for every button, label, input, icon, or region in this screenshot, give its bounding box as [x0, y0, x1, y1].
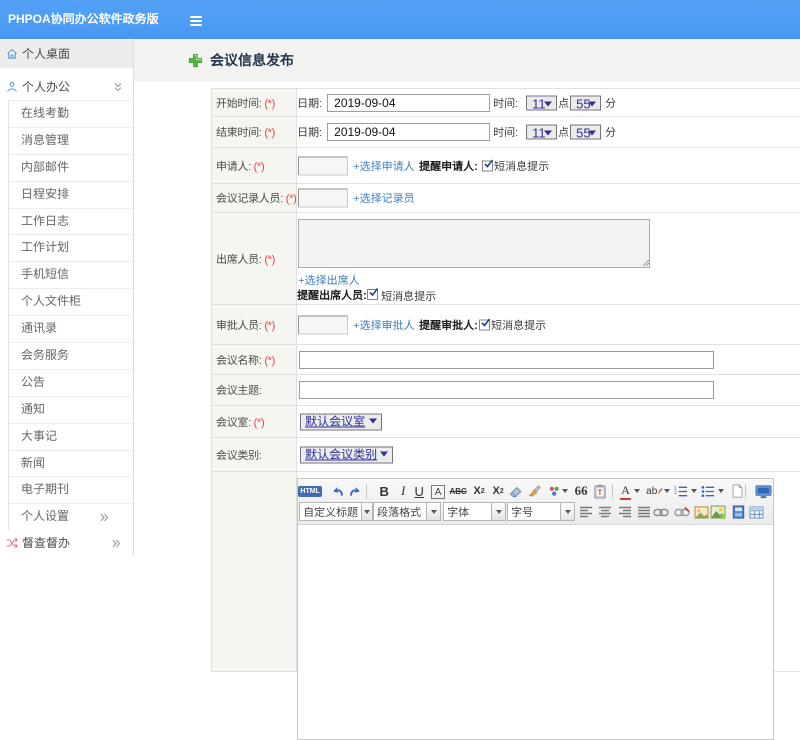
svg-text:2: 2 [674, 489, 677, 494]
svg-text:T: T [598, 488, 603, 497]
